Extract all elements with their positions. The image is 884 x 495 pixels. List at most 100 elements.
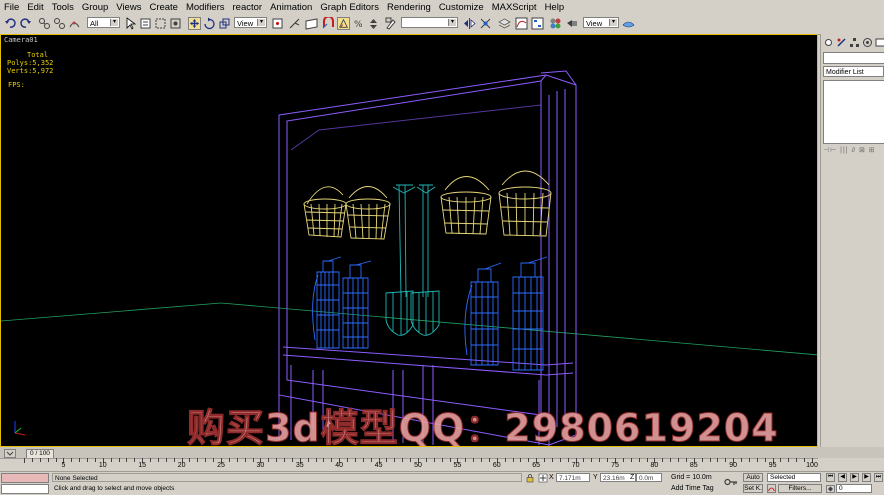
viewport-label[interactable]: Camera01 xyxy=(4,36,38,44)
render-scene-dialog-icon[interactable] xyxy=(565,17,578,30)
previous-frame-icon[interactable]: ◀ xyxy=(838,473,847,482)
select-and-link-icon[interactable] xyxy=(38,17,51,30)
modifier-list-dropdown[interactable]: Modifier List xyxy=(823,66,884,77)
hierarchy-tab-icon[interactable] xyxy=(849,37,860,48)
frame-tick xyxy=(504,458,506,462)
default-in-out-tangent-icon[interactable] xyxy=(767,484,776,493)
display-tab-icon[interactable] xyxy=(875,37,884,48)
next-frame-icon[interactable]: ▶ xyxy=(862,473,871,482)
add-time-tag[interactable]: Add Time Tag xyxy=(671,485,714,492)
menu-item-views[interactable]: Views xyxy=(112,0,145,15)
frame-tick xyxy=(638,458,640,462)
lock-selection-icon[interactable] xyxy=(525,473,535,483)
modifier-stack-view[interactable] xyxy=(823,80,884,144)
snaps-toggle-icon[interactable] xyxy=(322,17,335,30)
grid-size-display: Grid = 10.0m xyxy=(671,474,712,481)
quick-render-icon[interactable] xyxy=(622,17,635,30)
menu-item-modifiers[interactable]: Modifiers xyxy=(182,0,229,15)
window-crossing-icon[interactable] xyxy=(169,17,182,30)
frame-tick xyxy=(465,458,467,462)
key-mode-toggle-icon[interactable] xyxy=(826,485,835,493)
edit-named-selection-icon[interactable] xyxy=(385,17,398,30)
selection-filter-dropdown[interactable]: All ▾ xyxy=(87,17,120,28)
camera-viewport[interactable]: Camera01 Total Polys:5,352 Verts:5,972 F… xyxy=(0,34,818,447)
bucket-wireframes xyxy=(303,170,552,240)
set-key-button[interactable]: Set K. xyxy=(743,484,763,493)
time-slider-track[interactable] xyxy=(0,447,884,458)
play-icon[interactable]: ▶ xyxy=(850,473,859,482)
modifier-stack-buttons[interactable]: ⊣⊢ ||| ∂ ⊠ ⊞ xyxy=(823,146,876,154)
select-and-manipulate-icon[interactable] xyxy=(288,17,301,30)
undo-icon[interactable] xyxy=(4,17,17,30)
axis-tripod-icon xyxy=(14,421,26,436)
frame-tick xyxy=(425,458,427,462)
select-by-name-icon[interactable] xyxy=(139,17,152,30)
menu-item-help[interactable]: Help xyxy=(541,0,569,15)
auto-key-button[interactable]: Auto xyxy=(743,473,763,482)
material-editor-icon[interactable] xyxy=(549,17,562,30)
maxscript-mini-listener[interactable] xyxy=(1,484,49,494)
rectangular-selection-icon[interactable] xyxy=(154,17,167,30)
menu-item-reactor[interactable]: reactor xyxy=(229,0,267,15)
key-filters-button[interactable]: Filters... xyxy=(778,484,822,493)
current-frame-field[interactable]: 0 xyxy=(836,484,872,493)
motion-tab-icon[interactable] xyxy=(862,37,873,48)
redo-icon[interactable] xyxy=(19,17,32,30)
layer-manager-icon[interactable] xyxy=(498,17,511,30)
frame-tick xyxy=(24,458,25,463)
frame-tick xyxy=(717,458,719,462)
frame-tick-label: 10 xyxy=(98,462,107,469)
reference-coordinate-dropdown[interactable]: View ▾ xyxy=(234,17,267,28)
prompt-line: Click and drag to select and move object… xyxy=(54,485,175,492)
z-coordinate-field[interactable]: 0.0m xyxy=(636,473,662,482)
chevron-down-icon: ▾ xyxy=(609,19,617,26)
align-icon[interactable] xyxy=(479,17,492,30)
mirror-icon[interactable] xyxy=(463,17,476,30)
render-type-dropdown[interactable]: View ▾ xyxy=(583,17,619,28)
percent-snap-icon[interactable]: % xyxy=(352,17,365,30)
menu-item-rendering[interactable]: Rendering xyxy=(383,0,435,15)
object-name-field[interactable] xyxy=(823,52,884,64)
menu-item-animation[interactable]: Animation xyxy=(266,0,316,15)
select-and-rotate-icon[interactable] xyxy=(203,17,216,30)
angle-snap-icon[interactable] xyxy=(337,17,350,30)
bind-to-space-warp-icon[interactable] xyxy=(68,17,81,30)
menu-item-create[interactable]: Create xyxy=(145,0,182,15)
menu-item-maxscript[interactable]: MAXScript xyxy=(488,0,541,15)
maxscript-listener[interactable] xyxy=(1,473,49,483)
go-to-end-icon[interactable]: ⏭ xyxy=(874,473,883,482)
frame-tick xyxy=(307,458,309,462)
menu-item-customize[interactable]: Customize xyxy=(435,0,488,15)
menu-item-file[interactable]: File xyxy=(0,0,23,15)
named-selection-set-dropdown[interactable]: ▾ xyxy=(401,17,458,28)
spinner-snap-icon[interactable] xyxy=(367,17,380,30)
frame-tick xyxy=(433,458,435,462)
frame-tick-label: 20 xyxy=(177,462,186,469)
bucket-1-wireframe xyxy=(303,186,347,238)
select-object-icon[interactable] xyxy=(124,17,137,30)
keyboard-shortcut-override-icon[interactable] xyxy=(305,17,318,30)
frame-tick xyxy=(362,458,364,462)
key-filter-selection-dropdown[interactable]: Selected xyxy=(767,473,821,482)
schematic-view-icon[interactable] xyxy=(531,17,544,30)
open-mini-curve-editor-icon[interactable] xyxy=(4,449,16,458)
menu-item-graph-editors[interactable]: Graph Editors xyxy=(316,0,383,15)
frame-tick xyxy=(441,458,443,462)
absolute-mode-transform-icon[interactable] xyxy=(538,473,548,483)
x-coordinate-field[interactable]: 7.171m xyxy=(556,473,590,482)
modify-tab-icon[interactable] xyxy=(836,37,847,48)
unlink-icon[interactable] xyxy=(53,17,66,30)
create-tab-icon[interactable] xyxy=(823,37,834,48)
display-frame-wireframe xyxy=(278,70,577,446)
curve-editor-icon[interactable] xyxy=(515,17,528,30)
menu-item-tools[interactable]: Tools xyxy=(48,0,78,15)
frame-tick xyxy=(551,458,553,462)
verts-count: Verts:5,972 xyxy=(7,67,53,75)
use-pivot-center-icon[interactable] xyxy=(271,17,284,30)
menu-item-edit[interactable]: Edit xyxy=(23,0,47,15)
menu-item-group[interactable]: Group xyxy=(78,0,112,15)
select-and-scale-icon[interactable] xyxy=(218,17,231,30)
select-and-move-icon[interactable] xyxy=(188,17,201,30)
set-key-icon[interactable] xyxy=(724,477,738,487)
go-to-start-icon[interactable]: ⏮ xyxy=(826,473,835,482)
